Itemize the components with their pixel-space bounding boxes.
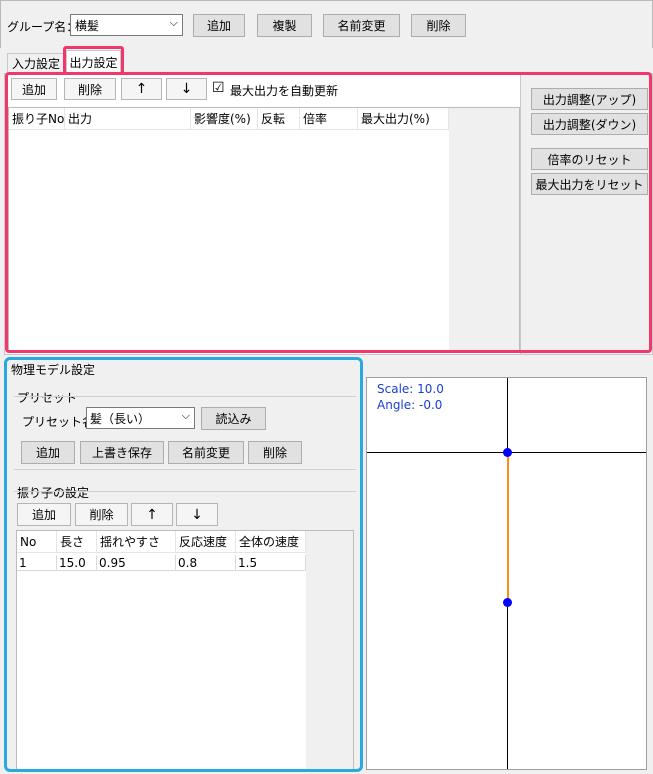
preview-canvas[interactable]: Scale: 10.0 Angle: -0.0 [366,377,647,770]
tab-input-settings[interactable]: 入力設定 [7,53,65,73]
group-name-label: グループ名： [7,20,79,34]
output-panel-highlight [5,72,652,353]
pendulum-line [507,452,509,602]
physics-panel-highlight [4,357,363,772]
pendulum-anchor-point[interactable] [503,448,512,457]
group-add-button[interactable]: 追加 [193,14,245,37]
preview-scale-text: Scale: 10.0 [377,382,444,396]
preview-angle-text: Angle: -0.0 [377,398,443,412]
group-select[interactable]: 横髪 ⌵ [70,14,183,36]
group-delete-button[interactable]: 削除 [411,14,466,37]
chevron-down-icon: ⌵ [169,16,178,29]
top-bar: グループ名： 横髪 ⌵ 追加 複製 名前変更 削除 [0,0,653,48]
group-select-value: 横髪 [75,18,100,33]
output-tab-highlight [63,46,124,75]
group-rename-button[interactable]: 名前変更 [323,14,400,37]
pendulum-end-point[interactable] [503,598,512,607]
group-duplicate-button[interactable]: 複製 [257,14,312,37]
